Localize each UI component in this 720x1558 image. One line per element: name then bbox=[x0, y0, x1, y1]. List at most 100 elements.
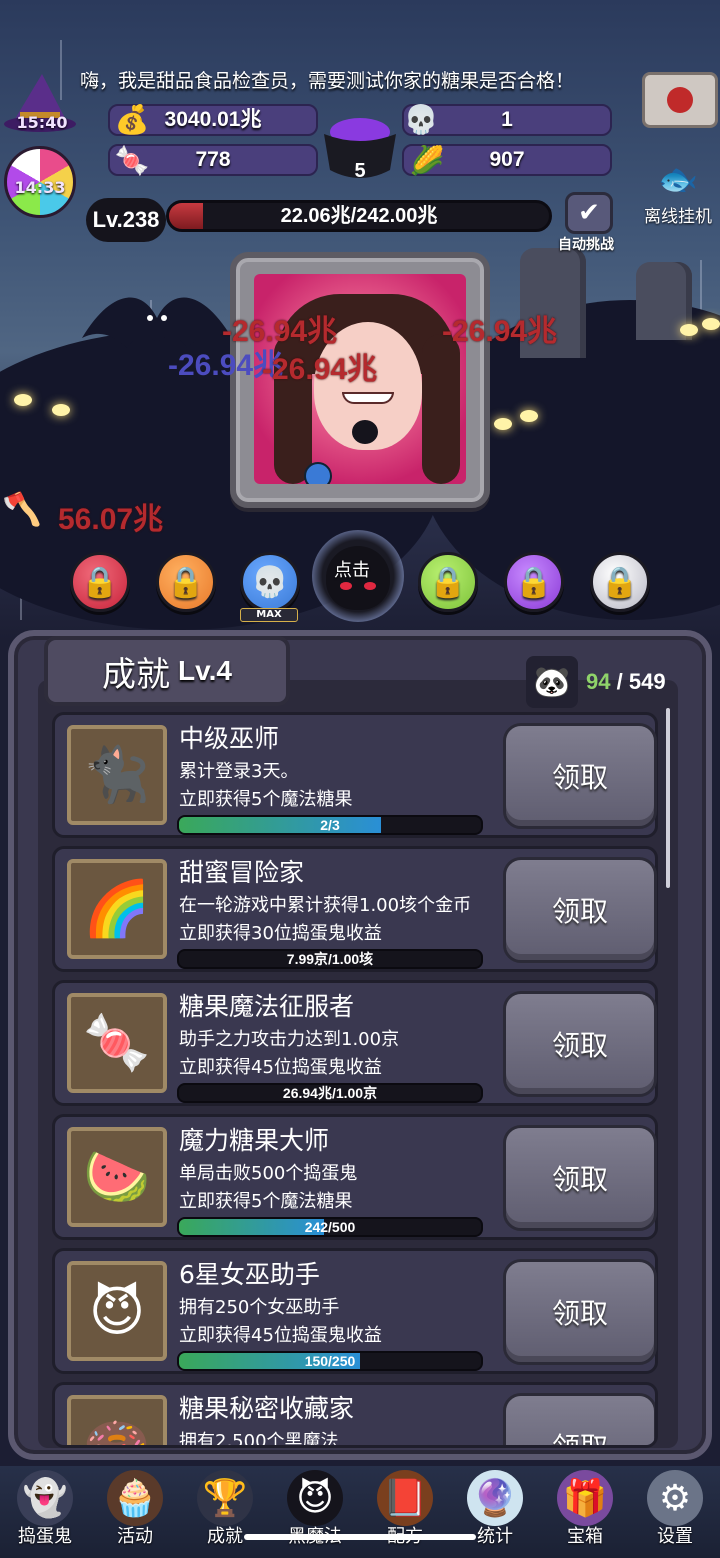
candy-corn-value: 907 bbox=[489, 148, 525, 171]
claim-button[interactable]: 领取 bbox=[503, 1393, 655, 1445]
achievement-progress-bar: 7.99京/1.00垓 bbox=[177, 949, 483, 969]
nav-label: 捣蛋鬼 bbox=[18, 1526, 72, 1547]
panel-title-text: 成就 bbox=[102, 654, 171, 695]
npc-message: 嗨，我是甜品食品检查员，需要测试你家的糖果是否合格！ bbox=[80, 70, 575, 92]
achievement-card: 🌈 甜蜜冒险家 在一轮游戏中累计获得1.00垓个金币 立即获得30位捣蛋鬼收益 … bbox=[52, 846, 658, 972]
nav-black-magic[interactable]: 😈 黑魔法 bbox=[270, 1466, 360, 1558]
skull-value: 1 bbox=[501, 108, 513, 131]
nav-recipe-book[interactable]: 📕 配方 bbox=[360, 1466, 450, 1558]
gift-box-icon: 🎁 bbox=[557, 1470, 613, 1526]
achievement-reward: 立即获得5个魔法糖果 bbox=[179, 1191, 353, 1212]
panel-level: Lv.4 bbox=[178, 655, 232, 686]
red-candy-icon: 🍬 bbox=[114, 143, 150, 177]
achievement-title: 糖果魔法征服者 bbox=[179, 992, 355, 1021]
helper-slot-1[interactable]: 🔒 bbox=[70, 552, 130, 612]
panel-title: 成就 Lv.4 bbox=[44, 636, 290, 706]
bottom-nav: 👻 捣蛋鬼 🧁 活动 🏆 成就 😈 黑魔法 📕 配方 🔮 统计 🎁 宝箱 ⚙ 设… bbox=[0, 1466, 720, 1558]
achievement-title: 糖果秘密收藏家 bbox=[179, 1394, 355, 1423]
achievement-progress-text: 150/250 bbox=[304, 1353, 356, 1369]
achievement-progress-bar: 2/3 bbox=[177, 815, 483, 835]
gold-value: 3040.01兆 bbox=[164, 108, 262, 131]
achievement-progress-text: 26.94兆/1.00京 bbox=[282, 1085, 378, 1101]
helper-slot-5[interactable]: 🔒 bbox=[418, 552, 478, 612]
helper-slot-6[interactable]: 🔒 bbox=[504, 552, 564, 612]
lock-icon: 🔒 bbox=[167, 564, 205, 600]
rainbow-candy-icon: 🍬 bbox=[67, 993, 167, 1093]
achievement-desc: 拥有2,500个黑魔法 bbox=[179, 1431, 339, 1448]
nav-label: 活动 bbox=[117, 1526, 153, 1547]
nav-gift-box[interactable]: 🎁 宝箱 bbox=[540, 1466, 630, 1558]
scrollbar-thumb[interactable] bbox=[666, 708, 670, 888]
helper-slot-2[interactable]: 🔒 bbox=[156, 552, 216, 612]
nav-gear[interactable]: ⚙ 设置 bbox=[630, 1466, 720, 1558]
achievement-desc: 累计登录3天。 bbox=[179, 761, 299, 782]
claim-button[interactable]: 领取 bbox=[503, 857, 657, 963]
axe-damage: 56.07兆 bbox=[58, 503, 164, 536]
nav-label: 宝箱 bbox=[567, 1526, 603, 1547]
nav-trophy[interactable]: 🏆 成就 bbox=[180, 1466, 270, 1558]
claim-button[interactable]: 领取 bbox=[503, 1259, 657, 1365]
lock-icon: 🔒 bbox=[429, 564, 467, 600]
claim-button[interactable]: 领取 bbox=[503, 1125, 657, 1231]
achievement-count: 🐼 94 / 549 bbox=[526, 656, 676, 708]
envelope-seal-icon bbox=[667, 87, 693, 113]
helper-slot-3[interactable]: 💀 bbox=[240, 552, 300, 612]
max-label: MAX bbox=[240, 608, 298, 622]
red-candy-value: 778 bbox=[195, 148, 231, 171]
achievement-reward: 立即获得30位捣蛋鬼收益 bbox=[179, 923, 382, 944]
lock-icon: 🔒 bbox=[515, 564, 553, 600]
panda-icon: 🐼 bbox=[526, 656, 578, 708]
lock-icon: 🔒 bbox=[601, 564, 639, 600]
xp-bar: 22.06兆/242.00兆 bbox=[166, 200, 552, 232]
blue-skull-icon bbox=[304, 462, 332, 484]
click-label: 点击 bbox=[334, 560, 370, 581]
achievement-progress-text: 2/3 bbox=[320, 817, 340, 833]
checkmark-icon: ✔ bbox=[565, 192, 613, 234]
achievement-reward: 立即获得45位捣蛋鬼收益 bbox=[179, 1057, 382, 1078]
auto-challenge-label: 自动挑战 bbox=[558, 237, 614, 253]
black-magic-icon: 😈 bbox=[287, 1470, 343, 1526]
claim-button[interactable]: 领取 bbox=[503, 991, 657, 1097]
xp-text: 22.06兆/242.00兆 bbox=[280, 205, 438, 227]
achievement-progress-text: 242/500 bbox=[304, 1219, 356, 1235]
cupcake-icon: 🧁 bbox=[107, 1470, 163, 1526]
nav-crystal-ball[interactable]: 🔮 统计 bbox=[450, 1466, 540, 1558]
ghost-icon: 👻 bbox=[17, 1470, 73, 1526]
hat-timer: 15:40 bbox=[16, 113, 68, 132]
rainbow-heart-icon: 🌈 bbox=[67, 859, 167, 959]
nav-cupcake[interactable]: 🧁 活动 bbox=[90, 1466, 180, 1558]
achievement-progress-bar: 26.94兆/1.00京 bbox=[177, 1083, 483, 1103]
crystal-ball-icon: 🔮 bbox=[467, 1470, 523, 1526]
black-cat-icon: 🐈‍⬛ bbox=[67, 725, 167, 825]
helper-slot-7[interactable]: 🔒 bbox=[590, 552, 650, 612]
offline-idle-button[interactable]: 🐟 离线挂机 bbox=[636, 160, 720, 227]
achievement-title: 魔力糖果大师 bbox=[179, 1126, 330, 1155]
mail-button[interactable] bbox=[642, 72, 718, 128]
achievement-card: 🐈‍⬛ 中级巫师 累计登录3天。 立即获得5个魔法糖果 2/3 领取 bbox=[52, 712, 658, 838]
achievement-title: 甜蜜冒险家 bbox=[179, 858, 305, 887]
bat-helper-icon bbox=[352, 420, 378, 444]
count-got: 94 bbox=[586, 669, 611, 694]
candy-timer-circle[interactable]: 14:33 bbox=[4, 146, 76, 218]
achievement-progress-bar: 242/500 bbox=[177, 1217, 483, 1237]
home-indicator bbox=[244, 1534, 476, 1540]
candy-corn-icon: 🌽 bbox=[409, 143, 445, 177]
nav-label: 设置 bbox=[657, 1526, 693, 1547]
claim-button[interactable]: 领取 bbox=[503, 723, 657, 829]
damage-number: -26.94兆 bbox=[442, 315, 558, 348]
achievement-title: 6星女巫助手 bbox=[179, 1260, 320, 1289]
fish-bone-icon: 🐟 bbox=[658, 160, 698, 198]
bat-helper-icon: 😈 bbox=[67, 1261, 167, 1361]
cauldron-count: 5 bbox=[354, 160, 366, 182]
gear-icon: ⚙ bbox=[647, 1470, 703, 1526]
cauldron-button[interactable]: 5 bbox=[318, 104, 402, 186]
axe-icon: 🪓 bbox=[2, 490, 42, 528]
achievement-desc: 单局击败500个捣蛋鬼 bbox=[179, 1163, 358, 1184]
achievement-title: 中级巫师 bbox=[179, 724, 280, 753]
donut-icon: 🍩 bbox=[67, 1395, 167, 1445]
auto-challenge-button[interactable]: ✔ 自动挑战 bbox=[558, 192, 620, 254]
nav-ghost[interactable]: 👻 捣蛋鬼 bbox=[0, 1466, 90, 1558]
blue-skull-icon: 💀 bbox=[251, 564, 289, 600]
achievement-reward: 立即获得5个魔法糖果 bbox=[179, 789, 353, 810]
achievement-desc: 拥有250个女巫助手 bbox=[179, 1297, 340, 1318]
